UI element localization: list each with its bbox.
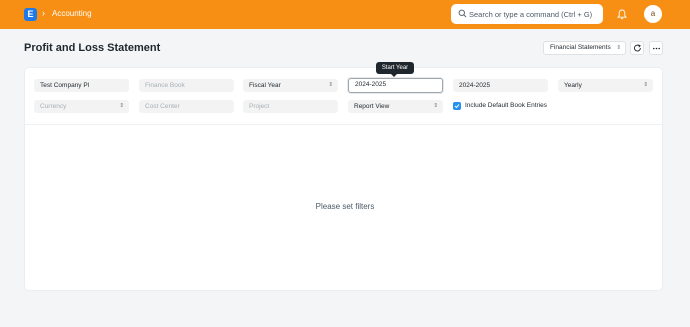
period-type-select[interactable]: Fiscal Year ⇕ [243,79,338,92]
search-icon [458,9,467,18]
finance-book-field[interactable]: Finance Book [139,79,234,92]
select-arrows-icon: ⇕ [616,45,621,51]
breadcrumb-accounting[interactable]: Accounting [52,9,92,18]
navbar: E › Accounting Search or type a command … [0,0,690,29]
bell-icon[interactable] [617,9,627,20]
currency-select[interactable]: Currency ⇕ [34,100,129,113]
report-view-select[interactable]: Report View ⇕ [348,100,443,113]
period-type-value: Fiscal Year [249,82,281,89]
filter-divider [25,124,662,125]
more-actions-button[interactable] [649,41,663,55]
start-year-tooltip: Start Year [376,62,414,77]
start-year-value: 2024-2025 [355,81,387,88]
refresh-icon [634,44,641,52]
search-bar[interactable]: Search or type a command (Ctrl + G) [451,4,603,24]
periodicity-value: Yearly [564,82,582,89]
more-horizontal-icon [652,47,661,50]
end-year-value: 2024-2025 [459,82,491,89]
report-view-value: Report View [354,103,390,110]
select-arrows-icon: ⇕ [433,103,438,109]
app-logo-icon[interactable]: E [24,8,37,21]
select-arrows-icon: ⇕ [119,103,124,109]
include-default-book-entries-checkbox[interactable] [453,102,461,110]
company-value: Test Company Pl [40,82,90,89]
project-placeholder: Project [249,103,270,110]
select-arrows-icon: ⇕ [643,82,648,88]
periodicity-select[interactable]: Yearly ⇕ [558,79,653,92]
avatar[interactable]: a [644,5,662,23]
company-field[interactable]: Test Company Pl [34,79,129,92]
start-year-field[interactable]: 2024-2025 [348,78,443,93]
refresh-button[interactable] [630,41,644,55]
cost-center-placeholder: Cost Center [145,103,180,110]
checkmark-icon [454,104,460,109]
select-arrows-icon: ⇕ [328,82,333,88]
cost-center-field[interactable]: Cost Center [139,100,234,113]
chevron-right-icon: › [42,8,45,18]
currency-placeholder: Currency [40,103,67,110]
include-default-book-entries-label[interactable]: Include Default Book Entries [465,102,547,109]
empty-state-message: Please set filters [315,202,375,211]
end-year-field[interactable]: 2024-2025 [453,79,548,92]
finance-book-placeholder: Finance Book [145,82,185,89]
financial-statements-dropdown[interactable]: Financial Statements ⇕ [543,41,626,55]
search-placeholder: Search or type a command (Ctrl + G) [469,10,593,19]
project-field[interactable]: Project [243,100,338,113]
financial-statements-label: Financial Statements [550,44,611,51]
page-title: Profit and Loss Statement [24,42,161,54]
